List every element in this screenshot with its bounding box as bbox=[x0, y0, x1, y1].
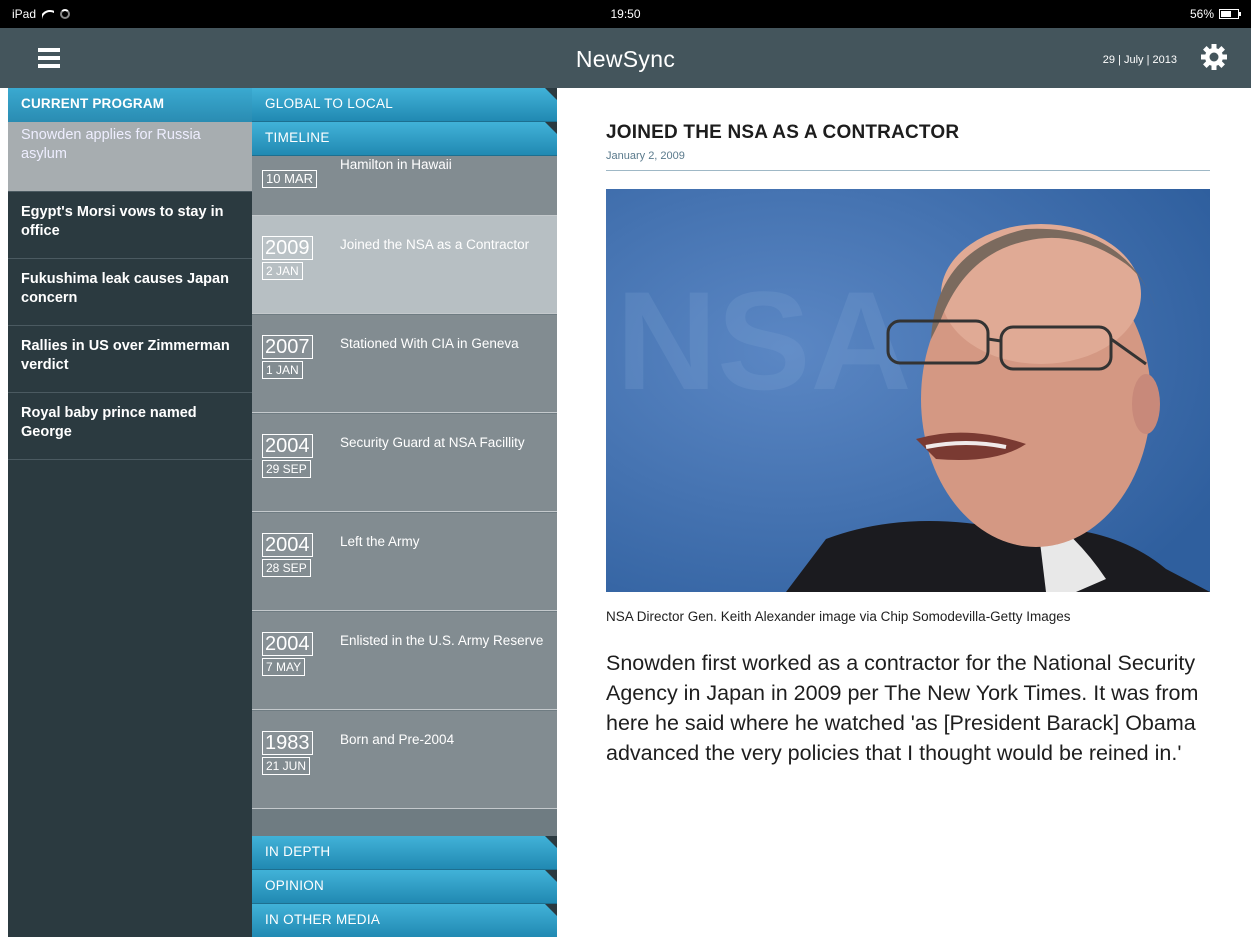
article-body: Snowden first worked as a contractor for… bbox=[606, 651, 1199, 765]
timeline-year: 2009 bbox=[262, 236, 313, 260]
story-item-snowden[interactable]: Snowden applies for Russia asylum bbox=[8, 122, 252, 192]
timeline-year: 1983 bbox=[262, 731, 313, 755]
tab-timeline[interactable]: TIMELINE bbox=[252, 122, 557, 156]
timeline-item[interactable]: 2004 28 SEP Left the Army bbox=[252, 513, 557, 611]
timeline-day: 21 JUN bbox=[262, 757, 311, 775]
tab-label: TIMELINE bbox=[265, 130, 330, 145]
story-label: Rallies in US over Zimmerman verdict bbox=[21, 338, 230, 373]
timeline-text: Left the Army bbox=[340, 534, 420, 549]
tab-global-to-local[interactable]: GLOBAL TO LOCAL bbox=[252, 88, 557, 122]
timeline-day: 29 SEP bbox=[262, 460, 311, 478]
timeline-item[interactable]: 1983 21 JUN Born and Pre-2004 bbox=[252, 711, 557, 809]
timeline-day: 1 JAN bbox=[262, 361, 303, 379]
tab-label: IN OTHER MEDIA bbox=[265, 912, 381, 927]
timeline-day: 10 MAR bbox=[262, 170, 317, 188]
timeline-year: 2004 bbox=[262, 533, 313, 557]
story-item-royal-baby[interactable]: Royal baby prince named George bbox=[8, 393, 252, 460]
timeline-text: Hamilton in Hawaii bbox=[340, 157, 452, 172]
status-time: 19:50 bbox=[610, 7, 641, 21]
timeline-year: 2007 bbox=[262, 335, 313, 359]
story-label: Royal baby prince named George bbox=[21, 405, 197, 440]
timeline-panel: GLOBAL TO LOCAL TIMELINE 10 MAR Hamilton… bbox=[252, 88, 557, 937]
battery-icon bbox=[1219, 9, 1241, 19]
gear-icon[interactable] bbox=[1199, 42, 1229, 72]
tab-in-depth[interactable]: IN DEPTH bbox=[252, 836, 557, 870]
timeline-list[interactable]: 10 MAR Hamilton in Hawaii 2009 2 JAN Joi… bbox=[252, 156, 557, 836]
current-program-header: CURRENT PROGRAM bbox=[8, 88, 252, 122]
app-title: NewSync bbox=[575, 46, 676, 72]
current-program-panel: CURRENT PROGRAM Snowden applies for Russ… bbox=[8, 88, 252, 937]
svg-text:NSA: NSA bbox=[616, 262, 912, 419]
timeline-year: 2004 bbox=[262, 632, 313, 656]
article-title: JOINED THE NSA AS A CONTRACTOR bbox=[606, 122, 960, 143]
timeline-item[interactable]: 2004 29 SEP Security Guard at NSA Facill… bbox=[252, 414, 557, 512]
nav-bar: NewSync 29 | July | 2013 bbox=[0, 28, 1251, 88]
tab-label: GLOBAL TO LOCAL bbox=[265, 96, 394, 111]
photo-caption: NSA Director Gen. Keith Alexander image … bbox=[606, 609, 1071, 624]
timeline-item[interactable]: 10 MAR Hamilton in Hawaii bbox=[252, 156, 557, 216]
tab-opinion[interactable]: OPINION bbox=[252, 870, 557, 904]
story-item-fukushima[interactable]: Fukushima leak causes Japan concern bbox=[8, 259, 252, 326]
article-date: January 2, 2009 bbox=[606, 150, 1210, 171]
status-bar: iPad 19:50 56% bbox=[0, 0, 1251, 28]
timeline-text: Security Guard at NSA Facillity bbox=[340, 435, 525, 450]
timeline-day: 2 JAN bbox=[262, 262, 303, 280]
header-date: 29 | July | 2013 bbox=[1102, 54, 1177, 66]
article-view: JOINED THE NSA AS A CONTRACTOR January 2… bbox=[606, 88, 1210, 937]
tab-in-other-media[interactable]: IN OTHER MEDIA bbox=[252, 904, 557, 937]
timeline-text: Born and Pre-2004 bbox=[340, 732, 455, 747]
story-label: Fukushima leak causes Japan concern bbox=[21, 271, 229, 306]
timeline-item[interactable]: 2004 7 MAY Enlisted in the U.S. Army Res… bbox=[252, 612, 557, 710]
story-item-rallies[interactable]: Rallies in US over Zimmerman verdict bbox=[8, 326, 252, 393]
timeline-item-active[interactable]: 2009 2 JAN Joined the NSA as a Contracto… bbox=[252, 216, 557, 314]
story-label: Egypt's Morsi vows to stay in office bbox=[21, 204, 224, 239]
story-label: Snowden applies for Russia asylum bbox=[21, 127, 201, 162]
timeline-text: Joined the NSA as a Contractor bbox=[340, 237, 530, 252]
timeline-item[interactable]: 2007 1 JAN Stationed With CIA in Geneva bbox=[252, 315, 557, 413]
story-item-egypt[interactable]: Egypt's Morsi vows to stay in office bbox=[8, 192, 252, 259]
timeline-text: Stationed With CIA in Geneva bbox=[340, 336, 519, 351]
timeline-day: 28 SEP bbox=[262, 559, 311, 577]
tab-label: OPINION bbox=[265, 878, 325, 893]
timeline-year: 2004 bbox=[262, 434, 313, 458]
status-right: 56% bbox=[1189, 7, 1241, 21]
article-photo: NSA bbox=[606, 189, 1210, 592]
bottom-tabs: IN DEPTH OPINION IN OTHER MEDIA bbox=[252, 836, 557, 937]
tab-label: IN DEPTH bbox=[265, 844, 331, 859]
timeline-text: Enlisted in the U.S. Army Reserve bbox=[340, 633, 544, 648]
timeline-day: 7 MAY bbox=[262, 658, 306, 676]
battery-percent: 56% bbox=[1189, 7, 1214, 21]
